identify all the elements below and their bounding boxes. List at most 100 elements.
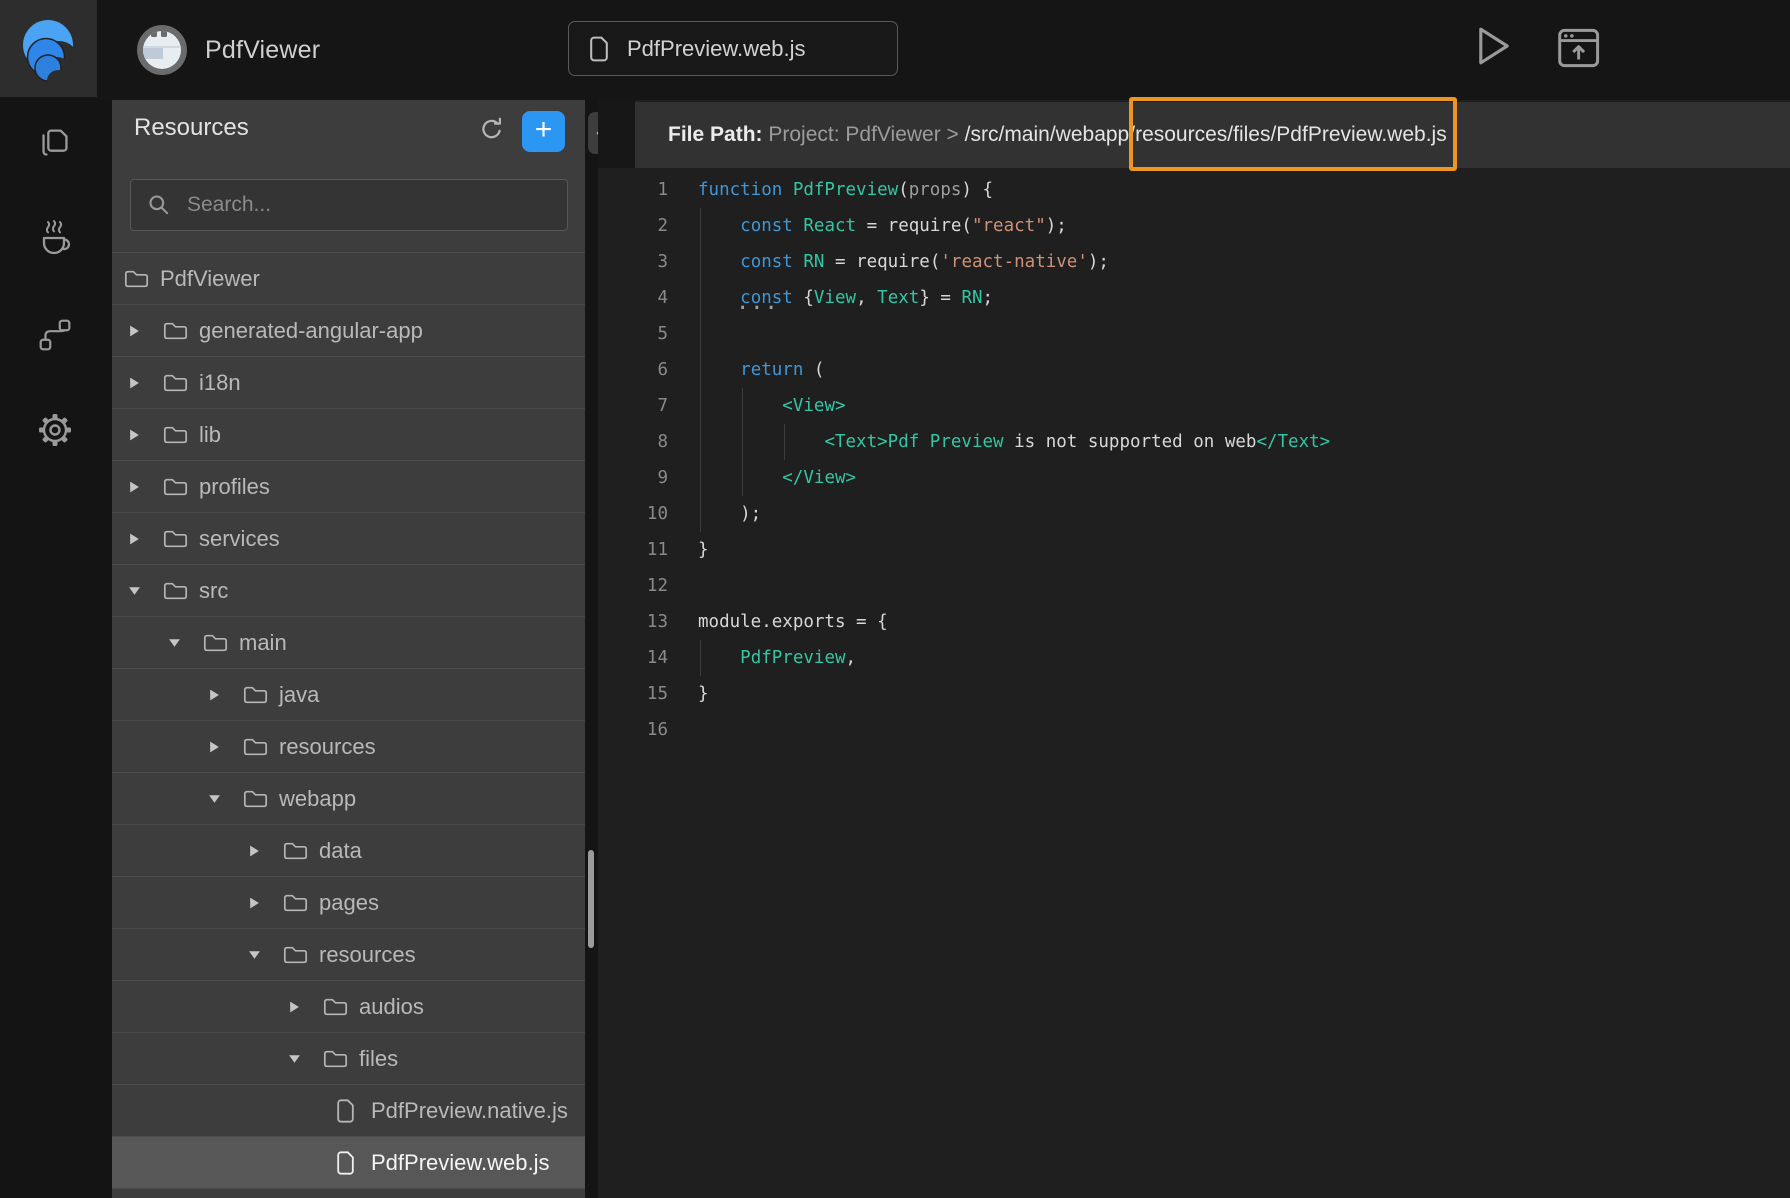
- add-resource-button[interactable]: +: [522, 111, 565, 152]
- folder-icon: [242, 683, 269, 706]
- chevron-right-icon[interactable]: [128, 376, 141, 389]
- chevron-right-icon[interactable]: [208, 688, 221, 701]
- code-editor[interactable]: ... 1function PdfPreview(props) {2 const…: [598, 168, 1790, 748]
- folder-icon: [322, 995, 349, 1018]
- tree-item-pdfpreview-web-js[interactable]: PdfPreview.web.js: [112, 1136, 585, 1188]
- code-line: 8 <Text>Pdf Preview is not supported on …: [598, 424, 1790, 460]
- line-number: 12: [598, 576, 668, 596]
- chevron-right-icon[interactable]: [128, 480, 141, 493]
- tree-item-main[interactable]: main: [112, 616, 585, 668]
- tree-item-label: services: [199, 526, 280, 552]
- folder-icon: [322, 1047, 349, 1070]
- code-line: 3 const RN = require('react-native');: [598, 244, 1790, 280]
- tree-item-i18n[interactable]: i18n: [112, 356, 585, 408]
- chevron-down-icon[interactable]: [208, 792, 221, 805]
- folder-icon: [162, 319, 189, 342]
- tree-item-label: pages: [319, 890, 379, 916]
- code-line: 15}: [598, 676, 1790, 712]
- tree-item-label: files: [359, 1046, 398, 1072]
- tree-item-resources[interactable]: resources: [112, 720, 585, 772]
- file-path-bar: File Path: Project: PdfViewer > /src/mai…: [635, 102, 1790, 168]
- chevron-right-icon[interactable]: [128, 324, 141, 337]
- refresh-button[interactable]: [476, 113, 508, 145]
- rail-item-flow[interactable]: [33, 313, 77, 357]
- tree-item-pages[interactable]: pages: [112, 876, 585, 928]
- rail-item-pages[interactable]: [33, 122, 77, 166]
- tree-item-profiles[interactable]: profiles: [112, 460, 585, 512]
- line-number: 8: [598, 432, 668, 452]
- line-number: 3: [598, 252, 668, 272]
- code-line: 14 PdfPreview,: [598, 640, 1790, 676]
- tree-item-pdfviewer[interactable]: PdfViewer: [112, 252, 585, 304]
- tree-item-files[interactable]: files: [112, 1032, 585, 1084]
- resources-panel: Resources + PdfViewergenerated-angular-a…: [112, 100, 585, 1198]
- tree-scrollbar[interactable]: [588, 850, 594, 948]
- tree-item-generated-angular-app[interactable]: generated-angular-app: [112, 304, 585, 356]
- window-upload-icon: [1557, 26, 1603, 70]
- chevron-down-icon[interactable]: [168, 636, 181, 649]
- chevron-right-icon[interactable]: [128, 428, 141, 441]
- app-logo[interactable]: [0, 0, 97, 97]
- folder-icon: [123, 267, 150, 290]
- tree-item-label: webapp: [279, 786, 356, 812]
- rail-item-coffee[interactable]: [33, 216, 77, 260]
- code-line: 10 );: [598, 496, 1790, 532]
- tree-item-lib[interactable]: lib: [112, 408, 585, 460]
- open-file-tab[interactable]: PdfPreview.web.js: [568, 21, 898, 76]
- folder-icon: [282, 839, 309, 862]
- project-title: PdfViewer: [205, 0, 320, 100]
- chevron-right-icon[interactable]: [208, 740, 221, 753]
- tree-item-java[interactable]: java: [112, 668, 585, 720]
- flow-icon: [34, 314, 76, 356]
- line-number: 14: [598, 648, 668, 668]
- chevron-down-icon[interactable]: [128, 584, 141, 597]
- line-number: 5: [598, 324, 668, 344]
- chevron-right-icon[interactable]: [128, 532, 141, 545]
- line-number: 10: [598, 504, 668, 524]
- tree-item-data[interactable]: data: [112, 824, 585, 876]
- folder-icon: [162, 423, 189, 446]
- file-path-highlighted: resources/files/PdfPreview.web.js: [1135, 123, 1447, 147]
- line-number: 13: [598, 612, 668, 632]
- left-icon-rail: [0, 100, 110, 1198]
- tree-item-label: resources: [279, 734, 376, 760]
- tree-item-audios[interactable]: audios: [112, 980, 585, 1032]
- folder-icon: [242, 735, 269, 758]
- chevron-right-icon[interactable]: [248, 896, 261, 909]
- file-path-project: Project: PdfViewer >: [768, 123, 964, 147]
- publish-button[interactable]: [1554, 22, 1606, 74]
- code-line: 1function PdfPreview(props) {: [598, 172, 1790, 208]
- tree-item-label: main: [239, 630, 287, 656]
- tree-item-label: audios: [359, 994, 424, 1020]
- line-number: 1: [598, 180, 668, 200]
- tree-item-pdfpreview-native-js[interactable]: PdfPreview.native.js: [112, 1084, 585, 1136]
- tree-item-label: lib: [199, 422, 221, 448]
- tree-item-label: i18n: [199, 370, 241, 396]
- rail-item-settings[interactable]: [33, 408, 77, 452]
- chevron-right-icon[interactable]: [248, 844, 261, 857]
- file-path-prefix: File Path:: [668, 123, 768, 147]
- tree-item-webapp[interactable]: webapp: [112, 772, 585, 824]
- run-button[interactable]: [1472, 20, 1516, 72]
- chevron-down-icon[interactable]: [248, 948, 261, 961]
- search-input[interactable]: [185, 192, 551, 218]
- line-number: 11: [598, 540, 668, 560]
- chevron-down-icon[interactable]: [288, 1052, 301, 1065]
- line-number: 16: [598, 720, 668, 740]
- search-box[interactable]: [130, 179, 568, 231]
- app-window: PdfViewer PdfPreview.web.js: [0, 0, 1790, 1198]
- tree-item-label: generated-angular-app: [199, 318, 423, 344]
- line-number: 7: [598, 396, 668, 416]
- play-icon: [1476, 24, 1512, 68]
- code-line: 16: [598, 712, 1790, 748]
- tree-item-label: PdfPreview.web.js: [371, 1150, 550, 1176]
- folder-icon: [162, 527, 189, 550]
- tree-item-resources[interactable]: resources: [112, 928, 585, 980]
- tree-item-services[interactable]: services: [112, 512, 585, 564]
- editor-pane: File Path: Project: PdfViewer > /src/mai…: [598, 100, 1790, 1198]
- chevron-right-icon[interactable]: [288, 1000, 301, 1013]
- tree-item-src[interactable]: src: [112, 564, 585, 616]
- folder-icon: [162, 579, 189, 602]
- tree-item-label: resources: [319, 942, 416, 968]
- code-line: 12: [598, 568, 1790, 604]
